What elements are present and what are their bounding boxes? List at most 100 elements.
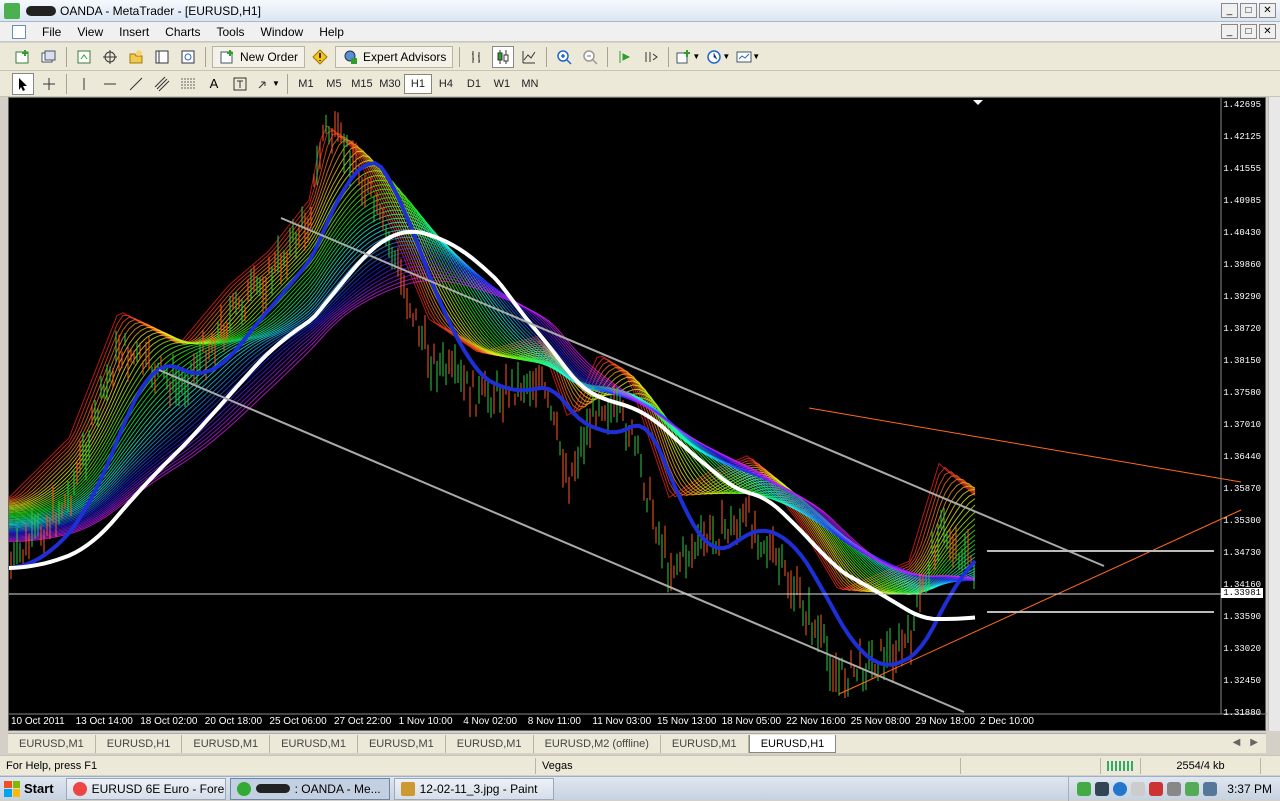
chart-tab[interactable]: EURUSD,M1	[8, 735, 96, 753]
timeframe-m1[interactable]: M1	[292, 74, 320, 94]
chart-document-icon[interactable]	[12, 24, 26, 39]
date-tick-label: 4 Nov 02:00	[463, 716, 518, 727]
metaeditor-button[interactable]	[309, 46, 331, 68]
menu-window[interactable]: Window	[253, 25, 312, 39]
timeframe-h4[interactable]: H4	[432, 74, 460, 94]
text-button[interactable]: A	[203, 73, 225, 95]
menu-tools[interactable]: Tools	[209, 25, 253, 39]
bar-chart-button[interactable]	[466, 46, 488, 68]
tray-monitor-icon[interactable]	[1095, 782, 1110, 796]
arrows-button[interactable]: ▼	[255, 73, 281, 95]
toolbar-separator	[668, 46, 670, 67]
task-button-browser[interactable]: EURUSD 6E Euro - Fore...	[65, 777, 226, 800]
price-chart[interactable]: 1.42695 1.42125 1.41555 1.40985 1.40430 1.398…	[8, 97, 1267, 732]
minimize-button[interactable]: _	[1221, 3, 1238, 18]
price-tick-label: 1.39860	[1223, 260, 1261, 270]
menu-insert[interactable]: Insert	[111, 25, 157, 39]
chart-tab[interactable]: EURUSD,M1	[446, 735, 534, 753]
chart-tab[interactable]: EURUSD,M1	[270, 735, 358, 753]
right-scrollbar[interactable]	[1268, 97, 1280, 731]
window-controls: _ □ ✕	[1221, 3, 1276, 18]
chart-tab[interactable]: EURUSD,M1	[661, 735, 749, 753]
close-button[interactable]: ✕	[1259, 3, 1276, 18]
cursor-button[interactable]	[12, 72, 34, 95]
strategy-tester-button[interactable]	[177, 46, 199, 68]
timeframe-m30[interactable]: M30	[376, 74, 404, 94]
tab-scroll-right-icon[interactable]: ▶	[1250, 737, 1258, 748]
indicators-button[interactable]: ▼	[675, 46, 701, 68]
mdi-restore-button[interactable]: □	[1240, 24, 1257, 39]
candlestick-button[interactable]	[492, 45, 515, 68]
maximize-button[interactable]: □	[1240, 3, 1257, 18]
menu-view[interactable]: View	[69, 25, 111, 39]
chart-tab[interactable]: EURUSD,M2 (offline)	[534, 735, 661, 753]
menu-file[interactable]: File	[34, 25, 69, 39]
menu-help[interactable]: Help	[311, 25, 352, 39]
chart-tab[interactable]: EURUSD,H1	[96, 735, 183, 753]
timeframe-d1[interactable]: D1	[460, 74, 488, 94]
chart-canvas[interactable]	[9, 98, 1267, 732]
tray-network-icon[interactable]	[1113, 782, 1128, 796]
timeframe-w1[interactable]: W1	[488, 74, 516, 94]
price-tick-label: 1.36440	[1223, 452, 1261, 462]
tray-printer-icon[interactable]	[1167, 782, 1182, 796]
task-button-metatrader[interactable]: : OANDA - Me...	[229, 777, 390, 800]
navigator-button[interactable]	[125, 46, 147, 68]
price-tick-label: 1.37580	[1223, 388, 1261, 398]
date-tick-label: 1 Nov 10:00	[398, 716, 453, 727]
terminal-button[interactable]	[151, 46, 173, 68]
tab-scroll-left-icon[interactable]: ◀	[1233, 737, 1241, 748]
new-order-button[interactable]: New Order	[212, 45, 306, 68]
tray-battery-icon[interactable]	[1185, 782, 1200, 796]
zoom-out-icon	[583, 49, 598, 65]
crosshair-button[interactable]	[38, 73, 60, 95]
fibonacci-icon	[181, 78, 195, 88]
auto-scroll-button[interactable]	[614, 46, 636, 68]
templates-button[interactable]: ▼	[735, 46, 761, 68]
windows-taskbar: Start EURUSD 6E Euro - Fore... : OANDA -…	[0, 776, 1280, 801]
timeframe-m15[interactable]: M15	[348, 74, 376, 94]
start-button[interactable]: Start	[0, 778, 62, 800]
profiles-button[interactable]	[38, 46, 60, 68]
horizontal-line-button[interactable]	[99, 73, 121, 95]
ma-fan-line	[9, 229, 976, 588]
fibonacci-button[interactable]	[177, 73, 199, 95]
mdi-minimize-button[interactable]: _	[1221, 24, 1238, 39]
vertical-line-button[interactable]	[73, 73, 95, 95]
chart-tab[interactable]: EURUSD,M1	[358, 735, 446, 753]
equidistant-channel-button[interactable]	[151, 73, 173, 95]
periods-button[interactable]: ▼	[705, 46, 731, 68]
text-label-button[interactable]	[229, 73, 251, 95]
expert-advisors-button[interactable]: Expert Advisors	[335, 45, 454, 68]
tray-panda-icon[interactable]	[1131, 782, 1146, 796]
taskbar-clock[interactable]: 3:37 PM	[1227, 782, 1272, 796]
zoom-out-button[interactable]	[579, 46, 601, 68]
zoom-in-button[interactable]	[553, 46, 575, 68]
data-window-button[interactable]	[99, 46, 121, 68]
windows-logo-icon	[4, 780, 20, 797]
trendline-button[interactable]	[125, 73, 147, 95]
task-button-paint[interactable]: 12-02-11_3.jpg - Paint	[393, 777, 554, 800]
menu-charts[interactable]: Charts	[157, 25, 208, 39]
tray-speaker-icon[interactable]	[1203, 782, 1218, 796]
tray-shield-icon[interactable]	[1149, 782, 1164, 796]
timeframe-h1[interactable]: H1	[403, 73, 432, 94]
timeframe-m5[interactable]: M5	[320, 74, 348, 94]
price-tick-label: 1.40430	[1223, 228, 1261, 238]
date-tick-label: 2 Dec 10:00	[980, 716, 1034, 727]
chart-shift-button[interactable]	[640, 46, 662, 68]
price-tick-label: 1.31880	[1223, 708, 1261, 718]
timeframe-mn[interactable]: MN	[516, 74, 544, 94]
tray-app-icon[interactable]	[1077, 782, 1092, 796]
market-watch-button[interactable]	[73, 46, 95, 68]
chevron-down-icon: ▼	[692, 52, 701, 61]
auto-scroll-icon	[619, 50, 631, 63]
title-bar: OANDA - MetaTrader - [EURUSD,H1] _ □ ✕	[0, 0, 1280, 22]
chevron-down-icon: ▼	[752, 52, 761, 61]
line-chart-button[interactable]	[518, 46, 540, 68]
chart-tab[interactable]: EURUSD,M1	[182, 735, 271, 753]
chrome-icon	[72, 781, 87, 796]
mdi-close-button[interactable]: ✕	[1259, 24, 1276, 39]
new-chart-button[interactable]	[12, 46, 34, 68]
chart-tab[interactable]: EURUSD,H1	[748, 735, 837, 753]
